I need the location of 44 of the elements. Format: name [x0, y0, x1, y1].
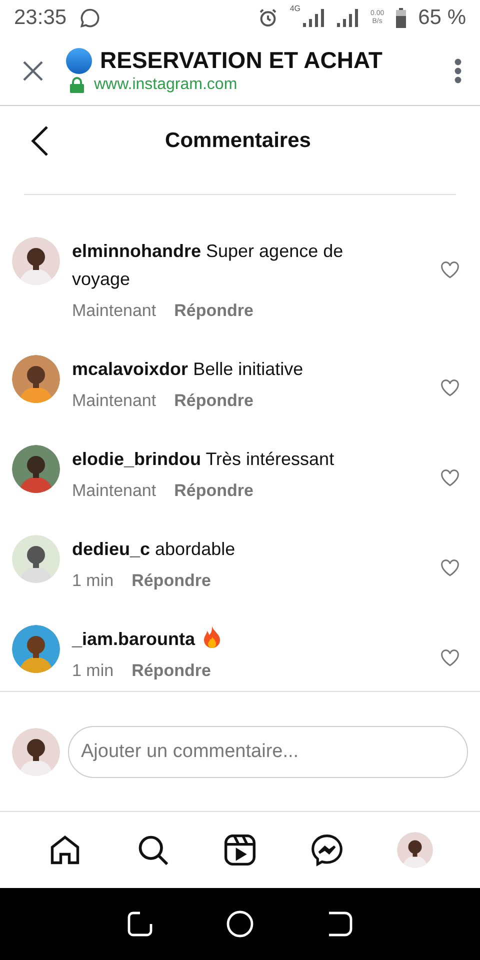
- comment-time: Maintenant: [72, 391, 156, 411]
- comment-time: 1 min: [72, 661, 114, 681]
- reply-link[interactable]: Répondre: [132, 571, 211, 591]
- comment-text: elodie_brindou Très intéressant: [72, 448, 336, 471]
- page-title: RESERVATION ET ACHAT: [100, 47, 382, 74]
- comment-time: Maintenant: [72, 301, 156, 321]
- circle-icon: [66, 48, 92, 74]
- heart-icon[interactable]: [440, 261, 460, 279]
- profile-tab[interactable]: [397, 832, 434, 868]
- heart-icon[interactable]: [440, 559, 460, 577]
- back-nav-button[interactable]: [327, 911, 354, 937]
- reply-link[interactable]: Répondre: [174, 391, 254, 411]
- heart-icon[interactable]: [440, 469, 460, 487]
- battery-icon: [396, 8, 406, 28]
- reply-link[interactable]: Répondre: [174, 301, 254, 321]
- heart-icon[interactable]: [440, 649, 460, 667]
- close-button[interactable]: [22, 60, 44, 82]
- back-button[interactable]: [30, 125, 50, 157]
- flame-icon: [203, 626, 222, 648]
- signal-icon: [302, 9, 324, 27]
- menu-button[interactable]: [454, 58, 462, 84]
- video-icon[interactable]: [222, 833, 257, 867]
- comment-text: elminnohandre Super agence de voyage: [72, 240, 344, 291]
- comment-time: Maintenant: [72, 481, 156, 501]
- network-type: 4G: [290, 4, 300, 13]
- home-button[interactable]: [226, 910, 254, 938]
- comment-text: mcalavoixdor Belle initiative: [72, 358, 304, 381]
- comment-time: 1 min: [72, 571, 114, 591]
- recents-button[interactable]: [126, 911, 153, 937]
- reply-link[interactable]: Répondre: [174, 481, 254, 501]
- signal-icon: [336, 9, 358, 27]
- comment-text: _iam.barounta: [72, 625, 392, 653]
- alarm-icon: [258, 8, 278, 28]
- clock-time: 23:35: [14, 6, 67, 30]
- reply-link[interactable]: Répondre: [132, 661, 211, 681]
- screen-title: Commentaires: [164, 129, 312, 153]
- messenger-icon[interactable]: [310, 833, 344, 867]
- chat-icon: [78, 7, 101, 29]
- comment-input-field[interactable]: Ajouter un commentaire...: [68, 726, 468, 778]
- lock-icon: [70, 77, 84, 93]
- heart-icon[interactable]: [440, 379, 460, 397]
- page-url: www.instagram.com: [94, 76, 238, 94]
- comment-text: dedieu_c abordable: [72, 538, 236, 561]
- battery-level: 65 %: [418, 6, 466, 30]
